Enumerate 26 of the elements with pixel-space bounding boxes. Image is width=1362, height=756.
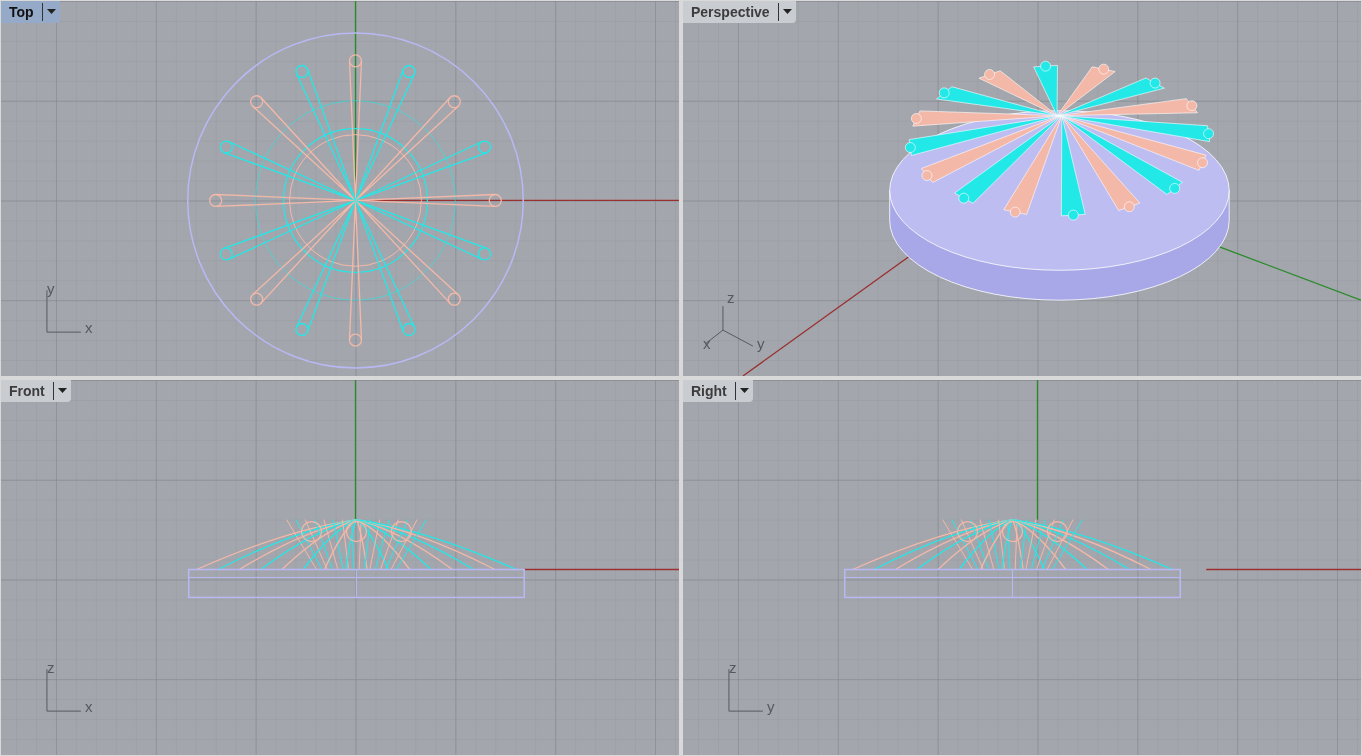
viewport-title: Front (9, 381, 45, 401)
dropdown-caret-icon[interactable] (57, 388, 67, 394)
axis-label: y (757, 336, 765, 351)
dropdown-caret-icon[interactable] (782, 9, 792, 15)
axis-label: y (767, 699, 775, 714)
viewport-tab[interactable]: Right (683, 380, 753, 402)
viewport-title: Top (9, 2, 34, 22)
viewport[interactable]: Perspective z x y (683, 1, 1361, 376)
viewport-tab[interactable]: Perspective (683, 1, 796, 23)
viewport-tab[interactable]: Front (1, 380, 71, 402)
viewport-title: Perspective (691, 2, 770, 22)
axis-label: x (85, 699, 93, 714)
axis-label: z (727, 290, 735, 305)
viewport[interactable]: Top y x (1, 1, 679, 376)
dropdown-caret-icon[interactable] (739, 388, 749, 394)
axis-widget-icon (704, 305, 754, 347)
dropdown-caret-icon[interactable] (46, 9, 56, 15)
viewport-tab[interactable]: Top (1, 1, 60, 23)
viewport[interactable]: Right z y (683, 380, 1361, 755)
axis-label: z (47, 660, 55, 675)
axis-label: z (729, 660, 737, 675)
axis-label: x (703, 336, 711, 351)
axis-label: x (85, 320, 93, 335)
viewport[interactable]: Front z x (1, 380, 679, 755)
axis-label: y (47, 281, 55, 296)
viewport-title: Right (691, 381, 727, 401)
